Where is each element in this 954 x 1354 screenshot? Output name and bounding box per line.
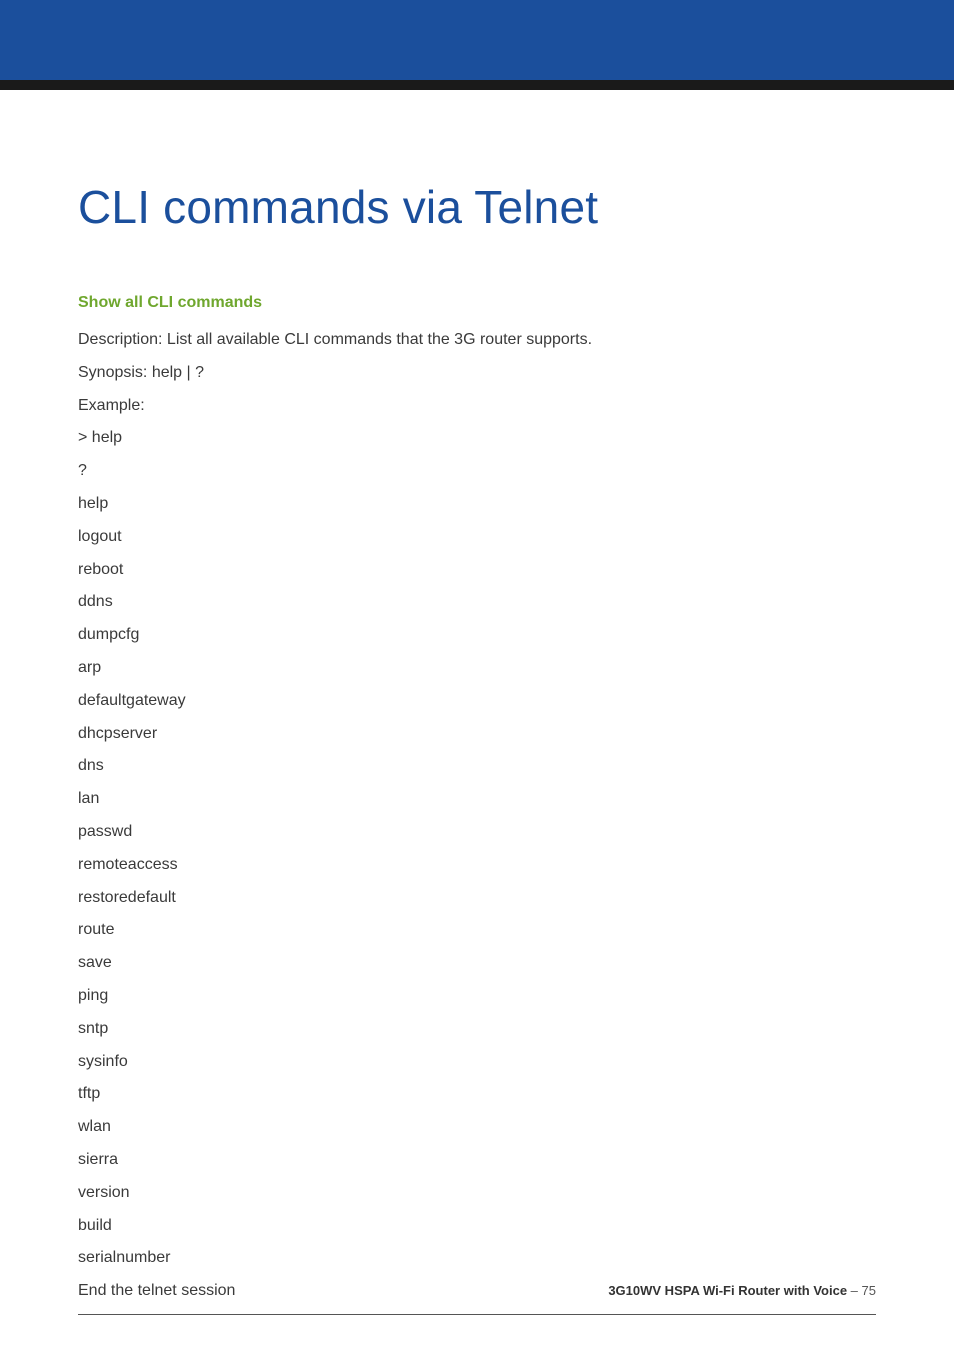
body-line: help <box>78 488 876 521</box>
footer-product: 3G10WV HSPA Wi-Fi Router with Voice <box>608 1283 847 1298</box>
body-line: tftp <box>78 1078 876 1111</box>
body-line: reboot <box>78 554 876 587</box>
body-line: lan <box>78 783 876 816</box>
body-line: dhcpserver <box>78 718 876 751</box>
section-heading: Show all CLI commands <box>78 294 876 312</box>
body-line: route <box>78 914 876 947</box>
body-line: build <box>78 1210 876 1243</box>
body-line: logout <box>78 521 876 554</box>
body-line: Description: List all available CLI comm… <box>78 324 876 357</box>
body-line: defaultgateway <box>78 685 876 718</box>
section-divider <box>78 1314 876 1315</box>
body-line: wlan <box>78 1111 876 1144</box>
page-content: CLI commands via Telnet Show all CLI com… <box>0 90 954 1315</box>
body-line: ping <box>78 980 876 1013</box>
body-line: ? <box>78 455 876 488</box>
sub-band <box>0 80 954 90</box>
body-line: Example: <box>78 390 876 423</box>
body-line: restoredefault <box>78 882 876 915</box>
body-lines: Description: List all available CLI comm… <box>78 324 876 1308</box>
header-band <box>0 0 954 80</box>
body-line: serialnumber <box>78 1242 876 1275</box>
footer-page-number: 75 <box>862 1283 876 1298</box>
body-line: version <box>78 1177 876 1210</box>
body-line: arp <box>78 652 876 685</box>
body-line: remoteaccess <box>78 849 876 882</box>
body-line: passwd <box>78 816 876 849</box>
body-line: dns <box>78 750 876 783</box>
body-line: save <box>78 947 876 980</box>
page-title: CLI commands via Telnet <box>78 180 876 234</box>
page-footer: 3G10WV HSPA Wi-Fi Router with Voice – 75 <box>608 1283 876 1298</box>
body-line: ddns <box>78 586 876 619</box>
body-line: sntp <box>78 1013 876 1046</box>
body-line: dumpcfg <box>78 619 876 652</box>
body-line: sysinfo <box>78 1046 876 1079</box>
body-line: Synopsis: help | ? <box>78 357 876 390</box>
body-line: > help <box>78 422 876 455</box>
body-line: sierra <box>78 1144 876 1177</box>
footer-separator: – <box>847 1283 861 1298</box>
